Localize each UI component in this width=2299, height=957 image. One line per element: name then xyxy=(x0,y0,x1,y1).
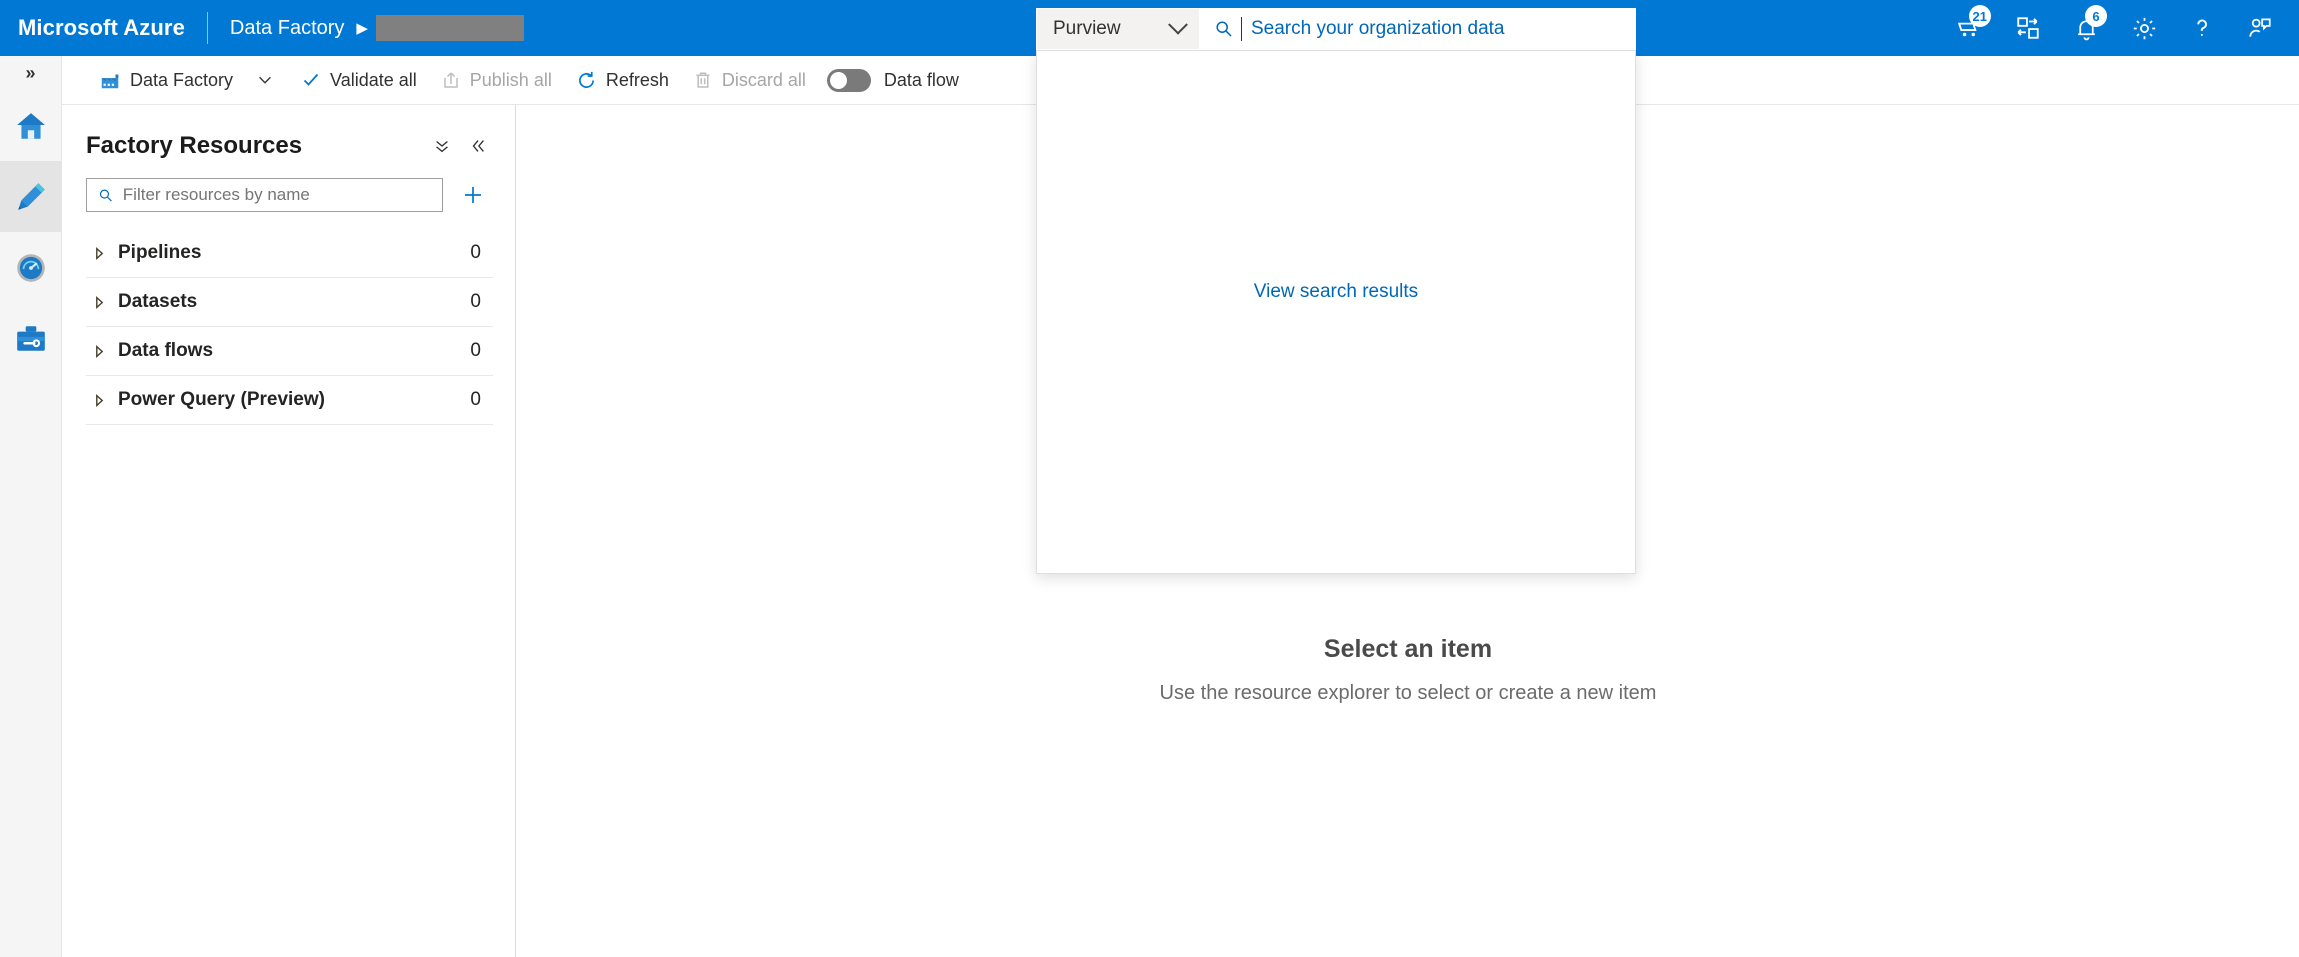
settings-gear-icon[interactable] xyxy=(2115,0,2173,56)
empty-state-subtitle: Use the resource explorer to select or c… xyxy=(1159,682,1657,704)
header-divider xyxy=(206,12,208,44)
filter-row xyxy=(62,171,515,213)
chevron-right-icon[interactable] xyxy=(86,344,112,358)
tree-row-pipelines[interactable]: Pipelines 0 xyxy=(86,229,493,278)
double-chevron-down-icon[interactable] xyxy=(427,131,457,161)
directories-subscriptions-icon[interactable] xyxy=(1999,0,2057,56)
tree-label: Pipelines xyxy=(118,242,202,263)
pencil-icon xyxy=(18,182,45,210)
discard-all-button[interactable]: Discard all xyxy=(684,63,815,97)
factory-icon xyxy=(101,74,119,89)
rail-item-home[interactable] xyxy=(0,90,62,161)
validate-all-button[interactable]: Validate all xyxy=(292,63,426,97)
tree-count: 0 xyxy=(470,291,481,312)
chevron-right-icon[interactable] xyxy=(86,246,112,260)
filter-resources-input[interactable] xyxy=(122,185,442,205)
chevron-down-icon xyxy=(1168,14,1188,35)
rail-item-author[interactable] xyxy=(0,161,62,232)
chevron-right-icon[interactable] xyxy=(86,295,112,309)
filter-resources-box[interactable] xyxy=(86,178,443,212)
global-search-bar: Purview xyxy=(1036,8,1636,50)
publish-all-label: Publish all xyxy=(469,69,552,90)
toolbox-icon xyxy=(17,325,45,351)
refresh-label: Refresh xyxy=(605,69,669,90)
notifications-bell-icon[interactable]: 6 xyxy=(2057,0,2115,56)
search-icon xyxy=(99,189,112,201)
search-scope-label: Purview xyxy=(1053,18,1121,39)
breadcrumb-arrow-icon: ▶ xyxy=(356,19,368,37)
data-flow-debug-label: Data flow xyxy=(883,69,959,90)
refresh-button[interactable]: Refresh xyxy=(567,63,678,97)
tree-count: 0 xyxy=(470,242,481,263)
double-chevron-left-icon[interactable] xyxy=(463,131,493,161)
gauge-icon xyxy=(17,253,45,282)
search-scope-selector[interactable]: Purview xyxy=(1037,9,1200,49)
validate-all-label: Validate all xyxy=(330,69,417,90)
tree-count: 0 xyxy=(470,389,481,410)
publish-upload-icon xyxy=(444,72,458,88)
trash-icon xyxy=(696,72,710,88)
search-input[interactable] xyxy=(1251,18,1635,40)
data-factory-label: Data Factory xyxy=(130,69,234,90)
tree-row-datasets[interactable]: Datasets 0 xyxy=(86,278,493,327)
page-title: Factory Resources xyxy=(86,132,303,159)
view-search-results-link[interactable]: View search results xyxy=(1254,281,1418,303)
header-icon-group: 21 6 xyxy=(1941,0,2289,56)
breadcrumb-redacted-name xyxy=(375,15,524,41)
tree-row-power-query[interactable]: Power Query (Preview) 0 xyxy=(86,376,493,425)
breadcrumb-service[interactable]: Data Factory xyxy=(230,17,344,40)
cloud-shell-cart-icon[interactable]: 21 xyxy=(1941,0,1999,56)
refresh-icon xyxy=(578,71,594,88)
text-cursor xyxy=(1241,17,1242,41)
tree-row-data-flows[interactable]: Data flows 0 xyxy=(86,327,493,376)
empty-state-title: Select an item xyxy=(1323,635,1493,663)
plus-icon xyxy=(465,187,481,203)
publish-all-button[interactable]: Publish all xyxy=(432,63,561,97)
cart-badge-count: 21 xyxy=(1968,5,1991,27)
search-field-wrapper[interactable] xyxy=(1200,9,1635,49)
checkmark-icon xyxy=(303,73,319,86)
left-navigation-rail: » xyxy=(0,56,62,957)
breadcrumb: Data Factory ▶ xyxy=(230,15,524,41)
toggle-knob xyxy=(829,71,847,89)
feedback-person-icon[interactable] xyxy=(2231,0,2289,56)
rail-expand-button[interactable]: » xyxy=(0,56,61,90)
help-question-icon[interactable] xyxy=(2173,0,2231,56)
chevron-right-icon[interactable] xyxy=(86,393,112,407)
rail-item-manage[interactable] xyxy=(0,303,62,374)
data-factory-selector-button[interactable]: Data Factory xyxy=(90,63,242,97)
add-new-resource-button[interactable] xyxy=(453,177,493,213)
data-flow-debug-toggle[interactable] xyxy=(826,68,871,92)
factory-resources-panel: Factory Resources Filter resources by na… xyxy=(62,105,516,957)
azure-brand-logo[interactable]: Microsoft Azure xyxy=(0,15,185,41)
discard-all-label: Discard all xyxy=(721,69,806,90)
tree-label: Power Query (Preview) xyxy=(118,389,325,410)
tree-count: 0 xyxy=(470,340,481,361)
rail-item-monitor[interactable] xyxy=(0,232,62,303)
tree-label: Data flows xyxy=(118,340,214,361)
notifications-badge-count: 6 xyxy=(2085,5,2107,27)
factory-resources-header: Factory Resources xyxy=(62,105,515,171)
tree-label: Datasets xyxy=(118,291,198,312)
search-results-dropdown: View search results xyxy=(1036,50,1636,574)
home-icon xyxy=(17,112,45,139)
data-factory-chevron-down-icon[interactable] xyxy=(248,63,282,97)
resource-tree: Pipelines 0 Datasets 0 Data flows 0 Powe… xyxy=(62,213,515,425)
search-icon xyxy=(1216,21,1232,37)
